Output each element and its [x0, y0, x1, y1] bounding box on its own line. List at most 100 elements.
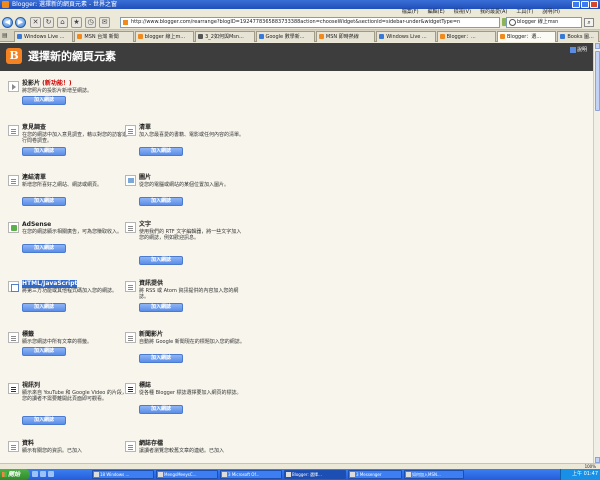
add-poll-button[interactable]: 加入網誌 — [22, 147, 66, 156]
logo-icon — [125, 383, 136, 394]
widget-name: 資訊提供 — [139, 280, 164, 287]
add-text-button[interactable]: 加入網誌 — [139, 256, 183, 265]
widget-name: 文字 — [139, 221, 152, 228]
widget-desc: 讓讀者瀏覽您較舊文章的連結。已加入 — [139, 448, 225, 454]
taskbar-task[interactable]: 如何加入MSN... — [404, 470, 464, 479]
tab-item[interactable]: Google 數學新... — [255, 31, 315, 42]
tab-list-icon[interactable]: ▤ — [2, 32, 11, 40]
tab-favicon — [560, 34, 566, 39]
widget-desc: 將 RSS 或 Atom 資訊提供的內容加入您的網誌。 — [139, 288, 239, 300]
scroll-up-icon[interactable] — [595, 43, 600, 49]
tab-item[interactable]: MSN 即時熱線 — [315, 31, 376, 42]
widget-name: 新聞影片 — [139, 331, 164, 338]
history-icon[interactable]: ◷ — [85, 17, 96, 28]
tab-bar: ▤ Windows Live ... MSN 台灣 新聞 blogger 線上m… — [0, 30, 600, 42]
tab-favicon — [258, 34, 264, 39]
search-input[interactable]: blogger 線上msn — [506, 17, 582, 28]
navigation-bar: ◀ ▶ ✕ ↻ ⌂ ★ ◷ ✉ http://www.blogger.com/r… — [0, 15, 600, 30]
tab-item-active[interactable]: Blogger：選... — [497, 31, 557, 42]
help-link[interactable]: 說明 — [569, 46, 587, 53]
tab-item[interactable]: 3_2如何與Msn... — [195, 31, 255, 42]
quicklaunch-icon[interactable] — [48, 471, 54, 477]
page-title: 選擇新的網頁元素 — [28, 50, 116, 63]
address-url: http://www.blogger.com/rearrange?blogID=… — [131, 19, 461, 25]
add-labels-button[interactable]: 加入網誌 — [22, 347, 66, 356]
tab-label: 3_2如何與Msn... — [205, 34, 244, 40]
tab-label: Google 數學新... — [265, 34, 305, 40]
tab-item[interactable]: Windows Live ... — [376, 31, 436, 42]
widget-desc: 使用我們的 RTF 文字編輯器，將一些文字加入您的網誌，例如歡迎訊息。 — [139, 229, 242, 241]
add-feed-button[interactable]: 加入網誌 — [139, 303, 183, 312]
refresh-icon[interactable]: ↻ — [43, 17, 54, 28]
feed-icon — [125, 281, 136, 292]
add-html-button[interactable]: 加入網誌 — [22, 303, 66, 312]
task-icon — [222, 472, 227, 477]
taskbar-task[interactable]: 3 Microsoft Of... — [220, 470, 282, 479]
taskbar-task[interactable]: MengsMeeysC... — [156, 470, 218, 479]
tab-label: Windows Live ... — [386, 34, 427, 40]
tab-favicon — [198, 34, 204, 39]
start-button[interactable]: 開始 — [0, 469, 30, 480]
minimize-button[interactable] — [572, 1, 580, 8]
taskbar-task[interactable]: 3 Messenger — [348, 470, 402, 479]
close-button[interactable] — [590, 1, 598, 8]
tab-item[interactable]: Books 圖... — [557, 31, 599, 42]
tab-item[interactable]: blogger 線上m... — [134, 31, 195, 42]
widget-desc: 顯示來自 YouTube 和 Google Video 的片段，您的讀者不需要離… — [22, 390, 127, 402]
widget-name: 圖片 — [139, 174, 152, 181]
address-bar[interactable]: http://www.blogger.com/rearrange?blogID=… — [120, 17, 500, 28]
taskbar-task[interactable]: 18 Windows ... — [92, 470, 154, 479]
mail-icon[interactable]: ✉ — [99, 17, 110, 28]
profile-icon — [8, 441, 19, 452]
tab-favicon — [77, 34, 83, 39]
tab-item[interactable]: MSN 台灣 新聞 — [74, 31, 134, 42]
widget-name: 清單 — [139, 124, 152, 131]
window-title: Blogger: 選擇新的網頁元素 - 世界之窗 — [12, 1, 118, 8]
widget-desc: 在您的網誌顯示相關廣告，可為您賺取收入。 — [22, 229, 123, 235]
vertical-scrollbar[interactable] — [593, 43, 600, 463]
add-newsreel-button[interactable]: 加入網誌 — [139, 354, 183, 363]
add-list-button[interactable]: 加入網誌 — [139, 147, 183, 156]
widget-name: 標誌 — [139, 382, 152, 389]
tab-label: Books 圖... — [567, 34, 594, 40]
widget-name: 投影片 (新功能！) — [22, 80, 72, 87]
back-arrow-icon[interactable]: ◀ — [2, 17, 13, 28]
slideshow-icon — [8, 81, 19, 92]
task-icon — [350, 472, 355, 477]
start-label: 開始 — [8, 471, 21, 478]
add-linklist-button[interactable]: 加入網誌 — [22, 197, 66, 206]
tab-item[interactable]: Blogger：... — [436, 31, 496, 42]
stop-icon[interactable]: ✕ — [30, 17, 41, 28]
page-content: B 選擇新的網頁元素 說明 投影片 (新功能！) 將您照片的投影片新增至網誌。 … — [0, 43, 593, 463]
add-image-button[interactable]: 加入網誌 — [139, 197, 183, 206]
tab-favicon — [137, 34, 143, 39]
add-adsense-button[interactable]: 加入網誌 — [22, 244, 66, 253]
quicklaunch-icon[interactable] — [40, 471, 46, 477]
search-icon[interactable]: ⌕ — [584, 18, 594, 27]
text-icon — [125, 222, 136, 233]
image-icon — [125, 175, 136, 186]
tab-item[interactable]: Windows Live ... — [14, 31, 74, 42]
favorites-star-icon[interactable]: ★ — [71, 17, 82, 28]
maximize-button[interactable] — [581, 1, 589, 8]
task-icon — [158, 472, 163, 477]
home-icon[interactable]: ⌂ — [57, 17, 68, 28]
tab-favicon — [318, 34, 324, 39]
quicklaunch-icon[interactable] — [32, 471, 38, 477]
list-icon — [125, 125, 136, 136]
widget-desc: 新增您所喜好之網站、網誌或網頁。 — [22, 182, 103, 188]
widget-desc: 從您的電腦或網站的某個位置加入圖片。 — [139, 182, 230, 188]
add-logo-button[interactable]: 加入網誌 — [139, 405, 183, 414]
tab-label: MSN 台灣 新聞 — [84, 34, 119, 40]
tab-favicon — [500, 34, 505, 39]
help-icon — [569, 46, 576, 53]
tab-label: blogger 線上m... — [144, 34, 186, 40]
widget-name: 標籤 — [22, 331, 35, 338]
forward-arrow-icon[interactable]: ▶ — [15, 17, 26, 28]
add-slideshow-button[interactable]: 加入網誌 — [22, 96, 66, 105]
add-videobar-button[interactable]: 加入網誌 — [22, 416, 66, 425]
link-list-icon — [8, 175, 19, 186]
widget-name: HTML/JavaScript — [22, 280, 78, 288]
taskbar-task-active[interactable]: Blogger: 選擇... — [284, 470, 346, 479]
scrollbar-thumb[interactable] — [595, 51, 600, 111]
